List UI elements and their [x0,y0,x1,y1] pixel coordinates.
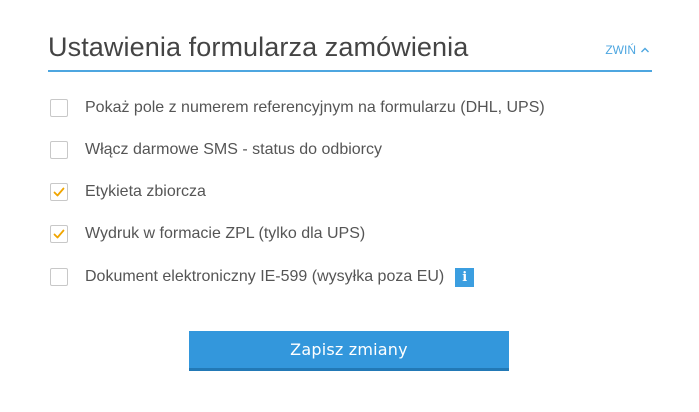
collapse-label: ZWIŃ [605,43,636,57]
option-label: Etykieta zbiorcza [85,183,206,200]
checkbox-collective-label[interactable] [50,183,68,201]
option-reference-number: Pokaż pole z numerem referencyjnym na fo… [50,96,545,120]
checkmark-icon [53,229,65,239]
section-title: Ustawienia formularza zamówienia [48,32,469,62]
option-label: Wydruk w formacie ZPL (tylko dla UPS) [85,225,366,242]
option-ie599-document: Dokument elektroniczny IE-599 (wysyłka p… [50,265,475,289]
section-header: Ustawienia formularza zamówienia ZWIŃ [48,22,652,72]
option-label: Włącz darmowe SMS - status do odbiorcy [85,141,382,158]
info-icon[interactable]: i [455,267,475,287]
collapse-toggle[interactable]: ZWIŃ [605,43,650,57]
save-button[interactable]: Zapisz zmiany [189,331,509,371]
chevron-up-icon [641,47,649,53]
checkbox-reference-number[interactable] [50,99,68,117]
option-zpl-print: Wydruk w formacie ZPL (tylko dla UPS) [50,222,365,246]
checkmark-icon [53,187,65,197]
option-label: Pokaż pole z numerem referencyjnym na fo… [85,99,545,116]
option-label: Dokument elektroniczny IE-599 (wysyłka p… [85,268,445,285]
option-collective-label: Etykieta zbiorcza [50,180,206,204]
checkbox-ie599-document[interactable] [50,268,68,286]
checkbox-free-sms[interactable] [50,141,68,159]
option-free-sms: Włącz darmowe SMS - status do odbiorcy [50,138,382,162]
checkbox-zpl-print[interactable] [50,225,68,243]
